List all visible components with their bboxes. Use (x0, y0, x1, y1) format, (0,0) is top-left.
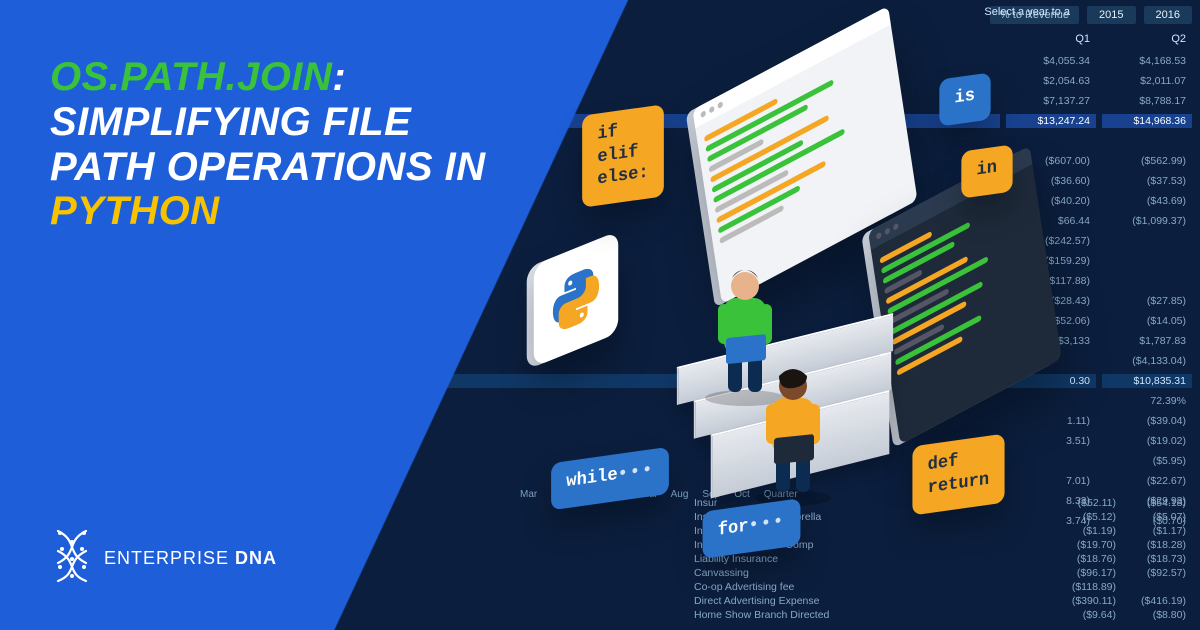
dna-helix-icon (50, 529, 94, 588)
bubble-if-elif-else: if elif else: (582, 104, 664, 207)
bubble-is: is (939, 72, 990, 126)
bubble-while-text: while (566, 465, 617, 492)
bubble-while: while••• (551, 447, 669, 510)
bubble-for: for••• (703, 498, 801, 558)
title-line2: SIMPLIFYING FILE (50, 100, 411, 144)
bubble-is-text: is (955, 86, 976, 109)
isometric-illustration: if elif else: is in while••• for••• def … (520, 60, 1160, 580)
bubble-in-text: in (977, 158, 998, 181)
python-logo-card (534, 231, 618, 367)
bubble-in: in (961, 144, 1012, 198)
bubble-def-return: def return (912, 434, 1004, 516)
title-python: PYTHON (50, 189, 220, 233)
logo-text: ENTERPRISE DNA (104, 548, 277, 569)
title-ospathjoin: OS.PATH.JOIN (50, 55, 332, 99)
title-line3: PATH OPERATIONS IN (50, 145, 486, 189)
title-colon: : (332, 55, 346, 99)
brand-logo: ENTERPRISE DNA (50, 529, 277, 588)
bubble-for-text: for (718, 516, 749, 540)
page-title: OS.PATH.JOIN: SIMPLIFYING FILE PATH OPER… (50, 55, 486, 234)
logo-word-1: ENTERPRISE (104, 548, 229, 568)
python-logo-icon (550, 258, 603, 339)
logo-word-2: DNA (235, 548, 277, 568)
person-yellow-shirt (738, 346, 858, 506)
